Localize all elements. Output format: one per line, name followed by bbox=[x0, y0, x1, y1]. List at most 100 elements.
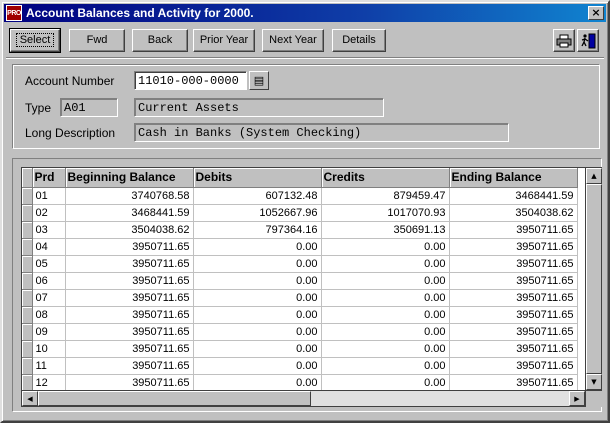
cell-ending-balance[interactable]: 3950711.65 bbox=[449, 374, 578, 390]
cell-debits[interactable]: 0.00 bbox=[193, 289, 322, 307]
next-year-button[interactable]: Next Year bbox=[262, 29, 324, 52]
row-selector[interactable] bbox=[22, 323, 33, 341]
cell-beginning-balance[interactable]: 3740768.58 bbox=[65, 187, 194, 205]
cell-ending-balance[interactable]: 3950711.65 bbox=[449, 340, 578, 358]
cell-prd[interactable]: 02 bbox=[32, 204, 66, 222]
table-row[interactable]: 07 3950711.65 0.00 0.00 3950711.65 bbox=[22, 289, 578, 307]
exit-button[interactable] bbox=[577, 29, 599, 52]
table-row[interactable]: 01 3740768.58 607132.48 879459.47 3468441.59 bbox=[22, 187, 578, 205]
cell-ending-balance[interactable]: 3950711.65 bbox=[449, 357, 578, 375]
account-number-field[interactable]: 11010-000-0000 bbox=[134, 71, 247, 90]
table-row[interactable]: 08 3950711.65 0.00 0.00 3950711.65 bbox=[22, 306, 578, 324]
column-header-debits[interactable]: Debits bbox=[193, 168, 322, 188]
cell-prd[interactable]: 08 bbox=[32, 306, 66, 324]
row-selector[interactable] bbox=[22, 272, 33, 290]
cell-ending-balance[interactable]: 3950711.65 bbox=[449, 323, 578, 341]
cell-debits[interactable]: 0.00 bbox=[193, 255, 322, 273]
cell-ending-balance[interactable]: 3504038.62 bbox=[449, 204, 578, 222]
select-button[interactable]: Select bbox=[9, 28, 61, 53]
cell-ending-balance[interactable]: 3950711.65 bbox=[449, 255, 578, 273]
table-row[interactable]: 02 3468441.59 1052667.96 1017070.93 3504038.… bbox=[22, 204, 578, 222]
cell-credits[interactable]: 0.00 bbox=[321, 306, 450, 324]
horizontal-scrollbar[interactable]: ◀ ▶ bbox=[21, 391, 586, 407]
column-header-ending-balance[interactable]: Ending Balance bbox=[449, 168, 578, 188]
scroll-down-button[interactable]: ▼ bbox=[586, 374, 602, 390]
table-row[interactable]: 06 3950711.65 0.00 0.00 3950711.65 bbox=[22, 272, 578, 290]
horizontal-scroll-thumb[interactable] bbox=[38, 391, 311, 406]
cell-debits[interactable]: 0.00 bbox=[193, 357, 322, 375]
table-row[interactable]: 12 3950711.65 0.00 0.00 3950711.65 bbox=[22, 374, 578, 390]
cell-credits[interactable]: 0.00 bbox=[321, 289, 450, 307]
close-button[interactable]: × bbox=[588, 6, 604, 20]
details-button[interactable]: Details bbox=[332, 29, 386, 52]
scroll-up-button[interactable]: ▲ bbox=[586, 168, 602, 184]
cell-credits[interactable]: 1017070.93 bbox=[321, 204, 450, 222]
back-button[interactable]: Back bbox=[132, 29, 188, 52]
cell-credits[interactable]: 0.00 bbox=[321, 374, 450, 390]
cell-prd[interactable]: 05 bbox=[32, 255, 66, 273]
row-selector[interactable] bbox=[22, 374, 33, 390]
cell-debits[interactable]: 0.00 bbox=[193, 340, 322, 358]
cell-beginning-balance[interactable]: 3950711.65 bbox=[65, 323, 194, 341]
cell-credits[interactable]: 0.00 bbox=[321, 255, 450, 273]
cell-beginning-balance[interactable]: 3950711.65 bbox=[65, 272, 194, 290]
scroll-left-button[interactable]: ◀ bbox=[22, 391, 38, 406]
print-button[interactable] bbox=[553, 29, 575, 52]
cell-ending-balance[interactable]: 3950711.65 bbox=[449, 306, 578, 324]
cell-credits[interactable]: 0.00 bbox=[321, 357, 450, 375]
cell-prd[interactable]: 07 bbox=[32, 289, 66, 307]
cell-credits[interactable]: 0.00 bbox=[321, 340, 450, 358]
row-selector[interactable] bbox=[22, 187, 33, 205]
column-header-credits[interactable]: Credits bbox=[321, 168, 450, 188]
cell-beginning-balance[interactable]: 3504038.62 bbox=[65, 221, 194, 239]
table-row[interactable]: 03 3504038.62 797364.16 350691.13 3950711.65 bbox=[22, 221, 578, 239]
cell-beginning-balance[interactable]: 3950711.65 bbox=[65, 306, 194, 324]
row-selector[interactable] bbox=[22, 204, 33, 222]
cell-ending-balance[interactable]: 3950711.65 bbox=[449, 272, 578, 290]
cell-debits[interactable]: 0.00 bbox=[193, 238, 322, 256]
row-selector[interactable] bbox=[22, 238, 33, 256]
table-row[interactable]: 04 3950711.65 0.00 0.00 3950711.65 bbox=[22, 238, 578, 256]
cell-prd[interactable]: 11 bbox=[32, 357, 66, 375]
cell-beginning-balance[interactable]: 3950711.65 bbox=[65, 238, 194, 256]
cell-ending-balance[interactable]: 3468441.59 bbox=[449, 187, 578, 205]
cell-credits[interactable]: 879459.47 bbox=[321, 187, 450, 205]
prior-year-button[interactable]: Prior Year bbox=[193, 29, 255, 52]
cell-debits[interactable]: 607132.48 bbox=[193, 187, 322, 205]
cell-prd[interactable]: 12 bbox=[32, 374, 66, 390]
cell-debits[interactable]: 0.00 bbox=[193, 306, 322, 324]
cell-debits[interactable]: 1052667.96 bbox=[193, 204, 322, 222]
cell-credits[interactable]: 350691.13 bbox=[321, 221, 450, 239]
cell-credits[interactable]: 0.00 bbox=[321, 272, 450, 290]
cell-beginning-balance[interactable]: 3950711.65 bbox=[65, 357, 194, 375]
row-selector[interactable] bbox=[22, 255, 33, 273]
table-row[interactable]: 11 3950711.65 0.00 0.00 3950711.65 bbox=[22, 357, 578, 375]
cell-debits[interactable]: 0.00 bbox=[193, 374, 322, 390]
cell-beginning-balance[interactable]: 3468441.59 bbox=[65, 204, 194, 222]
cell-prd[interactable]: 10 bbox=[32, 340, 66, 358]
cell-credits[interactable]: 0.00 bbox=[321, 238, 450, 256]
column-header-beginning-balance[interactable]: Beginning Balance bbox=[65, 168, 194, 188]
cell-prd[interactable]: 03 bbox=[32, 221, 66, 239]
table-row[interactable]: 10 3950711.65 0.00 0.00 3950711.65 bbox=[22, 340, 578, 358]
row-selector[interactable] bbox=[22, 306, 33, 324]
activity-grid[interactable]: Prd Beginning Balance Debits Credits Ending … bbox=[21, 167, 586, 391]
row-selector[interactable] bbox=[22, 221, 33, 239]
cell-ending-balance[interactable]: 3950711.65 bbox=[449, 238, 578, 256]
table-row[interactable]: 05 3950711.65 0.00 0.00 3950711.65 bbox=[22, 255, 578, 273]
cell-debits[interactable]: 0.00 bbox=[193, 272, 322, 290]
cell-beginning-balance[interactable]: 3950711.65 bbox=[65, 255, 194, 273]
cell-prd[interactable]: 06 bbox=[32, 272, 66, 290]
row-selector[interactable] bbox=[22, 357, 33, 375]
cell-debits[interactable]: 0.00 bbox=[193, 323, 322, 341]
fwd-button[interactable]: Fwd bbox=[69, 29, 125, 52]
scroll-right-button[interactable]: ▶ bbox=[569, 391, 585, 406]
vertical-scroll-thumb[interactable] bbox=[586, 184, 602, 374]
row-selector[interactable] bbox=[22, 289, 33, 307]
cell-ending-balance[interactable]: 3950711.65 bbox=[449, 221, 578, 239]
column-header-prd[interactable]: Prd bbox=[32, 168, 66, 188]
cell-ending-balance[interactable]: 3950711.65 bbox=[449, 289, 578, 307]
row-selector[interactable] bbox=[22, 340, 33, 358]
cell-prd[interactable]: 01 bbox=[32, 187, 66, 205]
table-row[interactable]: 09 3950711.65 0.00 0.00 3950711.65 bbox=[22, 323, 578, 341]
